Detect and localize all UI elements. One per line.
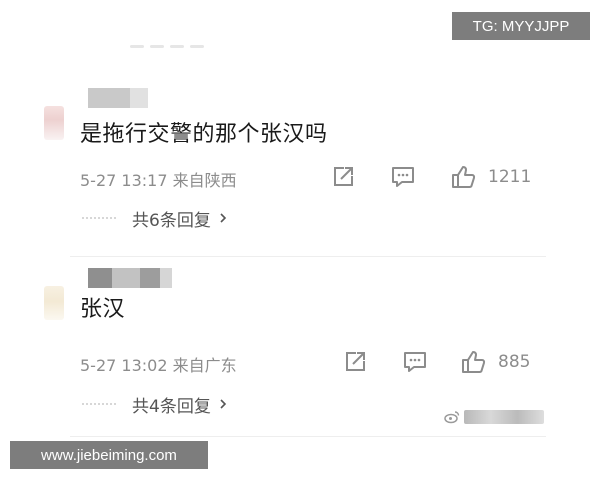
watermark-bottom-left: www.jiebeiming.com [10, 441, 208, 469]
avatar[interactable] [44, 106, 64, 140]
weibo-logo-icon [444, 411, 460, 424]
comment-item: 张汉 5-27 13:02 来自广东 885 共4条回复 [0, 262, 600, 426]
share-icon[interactable] [342, 349, 368, 375]
chevron-right-icon [220, 213, 226, 223]
comment-meta-row: 5-27 13:02 来自广东 885 [80, 349, 536, 375]
view-replies-link[interactable]: 共4条回复 [82, 392, 229, 417]
like-count: 1211 [488, 167, 532, 187]
reply-count: 共4条回复 [132, 396, 211, 417]
comment-meta: 5-27 13:02 来自广东 [80, 356, 237, 375]
view-replies-link[interactable]: 共6条回复 [82, 206, 229, 231]
chevron-right-icon [220, 399, 226, 409]
avatar[interactable] [44, 286, 64, 320]
comment-meta: 5-27 13:17 来自陕西 [80, 171, 237, 190]
comment-divider [70, 256, 546, 257]
divider-dots [82, 217, 116, 219]
comment-text: 张汉 [80, 297, 126, 322]
truncated-previous-content [130, 36, 240, 48]
comment-meta-row: 5-27 13:17 来自陕西 1211 [80, 164, 536, 190]
divider-dots [82, 403, 116, 405]
comment-item: 是拖行交警的那个张汉吗 5-27 13:17 来自陕西 1211 共6条回复 [0, 82, 600, 244]
bottom-divider [70, 436, 546, 437]
reply-count: 共6条回复 [132, 210, 211, 231]
comment-icon[interactable] [402, 349, 428, 375]
blurred-handle [464, 410, 544, 424]
thumbs-up-icon[interactable] [450, 164, 476, 190]
comment-icon[interactable] [390, 164, 416, 190]
username-blurred[interactable] [88, 88, 148, 108]
thumbs-up-icon[interactable] [460, 349, 486, 375]
username-blurred[interactable] [88, 268, 172, 288]
watermark-top-right: TG: MYYJJPP [452, 12, 590, 40]
share-icon[interactable] [330, 164, 356, 190]
weibo-watermark [444, 410, 544, 424]
like-count: 885 [498, 352, 531, 372]
weibo-comment-screenshot: 是拖行交警的那个张汉吗 5-27 13:17 来自陕西 1211 共6条回复 张… [0, 0, 600, 480]
comment-text: 是拖行交警的那个张汉吗 [80, 122, 328, 147]
